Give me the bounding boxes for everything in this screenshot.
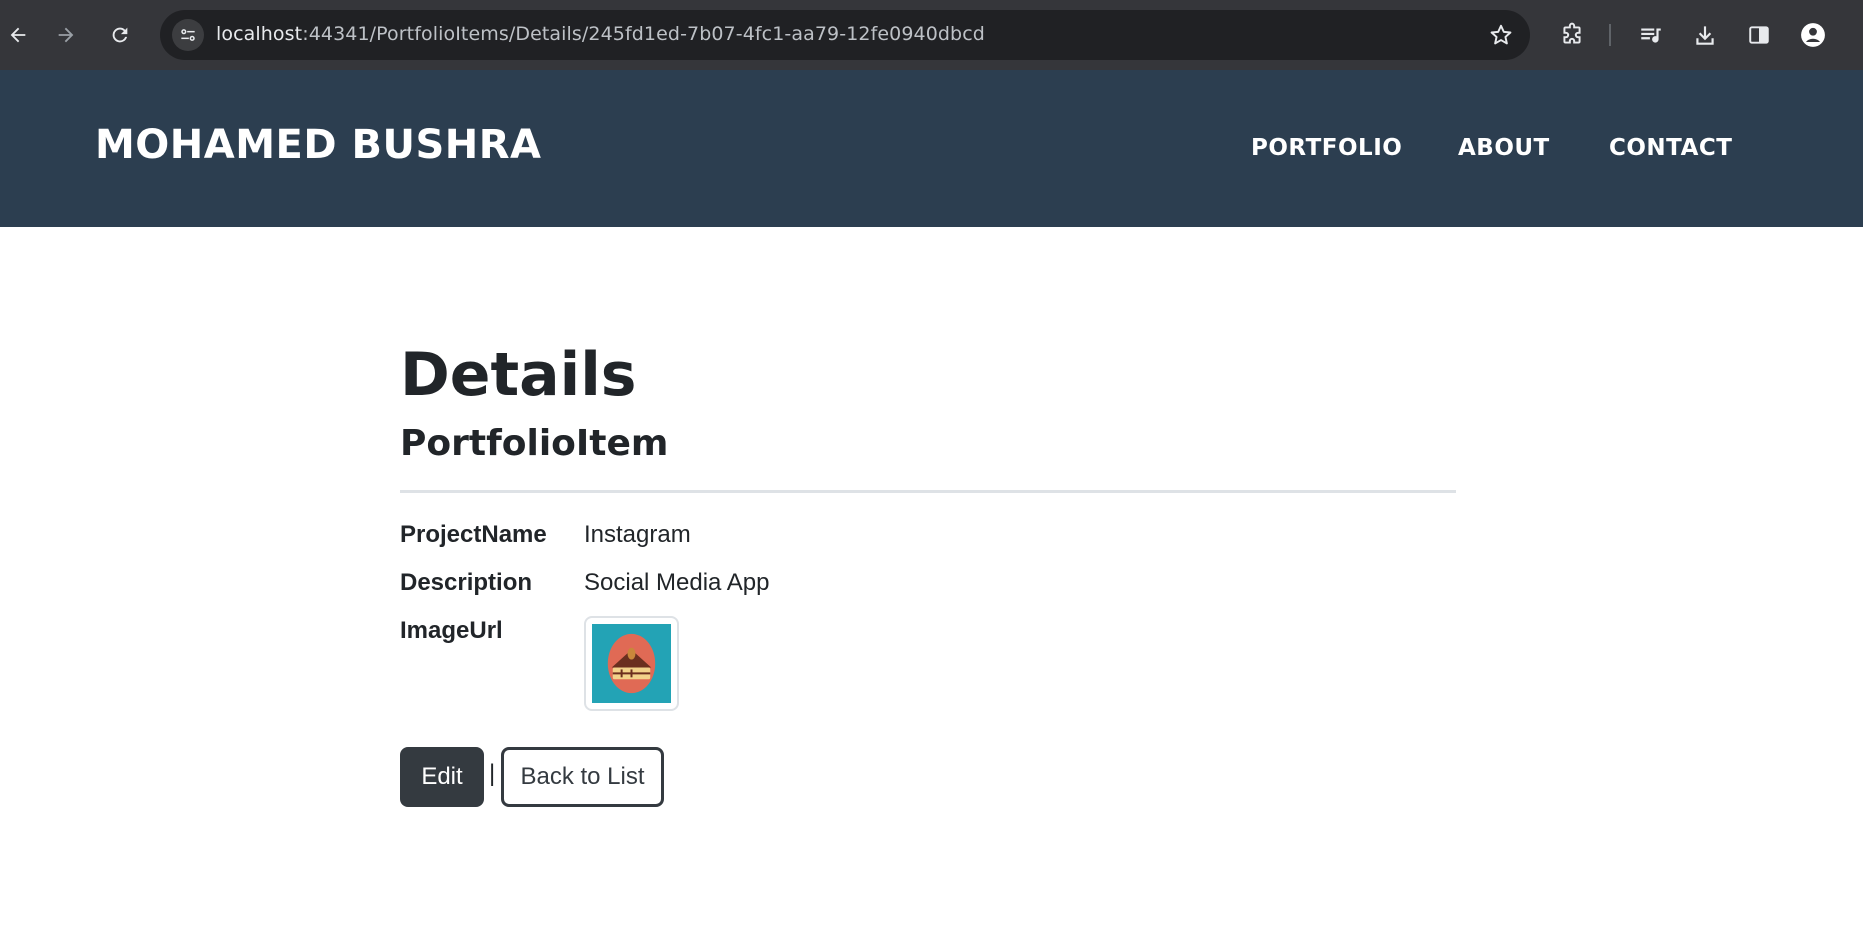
nav-portfolio[interactable]: PORTFOLIO	[1251, 135, 1402, 161]
url-host: localhost	[216, 23, 303, 45]
address-bar[interactable]: localhost:44341/PortfolioItems/Details/2…	[160, 10, 1530, 60]
media-queue-icon[interactable]	[1636, 20, 1666, 50]
toolbar-divider	[1609, 24, 1611, 46]
edit-button[interactable]: Edit	[400, 747, 484, 807]
field-label-imageurl: ImageUrl	[400, 617, 503, 644]
field-label-projectname: ProjectName	[400, 521, 547, 548]
download-icon[interactable]	[1690, 20, 1720, 50]
field-value-projectname: Instagram	[584, 521, 691, 548]
divider	[400, 490, 1456, 493]
nav-about[interactable]: ABOUT	[1458, 135, 1550, 161]
cake-slice-image	[592, 624, 671, 703]
brand-logo[interactable]: MOHAMED BUSHRA	[95, 122, 542, 168]
url-path: :44341/PortfolioItems/Details/245fd1ed-7…	[302, 23, 985, 45]
page-title: Details	[400, 340, 637, 410]
field-label-description: Description	[400, 569, 533, 596]
back-to-list-button[interactable]: Back to List	[501, 747, 664, 807]
site-info-icon[interactable]	[172, 19, 204, 51]
nav-contact[interactable]: CONTACT	[1609, 135, 1732, 161]
reload-icon[interactable]	[102, 17, 138, 53]
portfolio-image-thumbnail	[584, 616, 679, 711]
field-value-description: Social Media App	[584, 569, 770, 596]
back-arrow-icon[interactable]	[0, 17, 36, 53]
profile-icon[interactable]	[1798, 20, 1828, 50]
side-panel-icon[interactable]	[1744, 20, 1774, 50]
extensions-icon[interactable]	[1557, 20, 1587, 50]
page-subtitle: PortfolioItem	[400, 423, 669, 464]
site-navbar: MOHAMED BUSHRA PORTFOLIO ABOUT CONTACT	[0, 70, 1863, 227]
url-text[interactable]: localhost:44341/PortfolioItems/Details/2…	[216, 23, 985, 45]
browser-toolbar: localhost:44341/PortfolioItems/Details/2…	[0, 0, 1863, 70]
forward-arrow-icon[interactable]	[48, 17, 84, 53]
button-separator: |	[489, 760, 496, 787]
bookmark-star-icon[interactable]	[1488, 22, 1514, 48]
